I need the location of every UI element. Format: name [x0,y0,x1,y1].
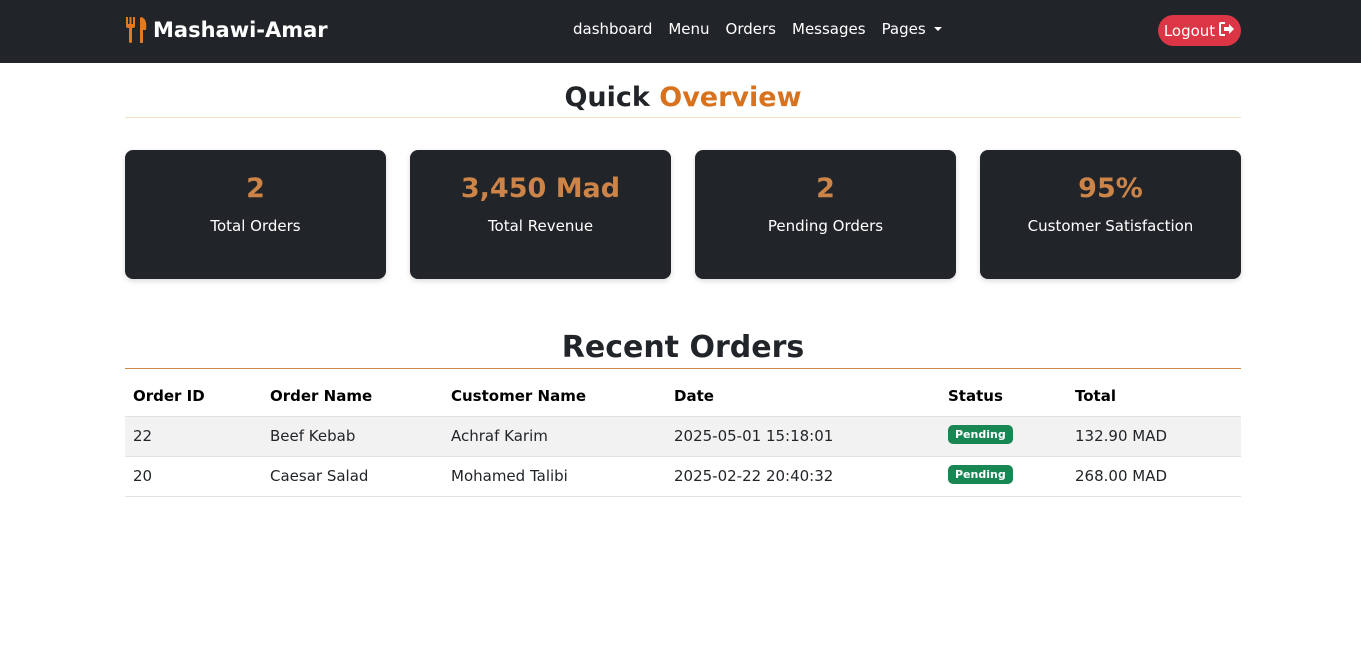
caret-down-icon [933,27,942,31]
column-header-order-id: Order ID [125,377,262,417]
logout-button[interactable]: Logout [1158,15,1241,46]
stat-value: 95% [1078,173,1143,204]
column-header-status: Status [940,377,1067,417]
cell-order-id: 20 [125,456,262,497]
cell-date: 2025-05-01 15:18:01 [666,416,940,457]
cell-date: 2025-02-22 20:40:32 [666,456,940,497]
cell-total: 132.90 MAD [1067,416,1241,457]
table-row: 20 Caesar Salad Mohamed Talibi 2025-02-2… [125,456,1241,497]
stat-value: 2 [246,173,265,204]
cell-order-id: 22 [125,416,262,457]
nav-links: dashboard Menu Orders Messages Pages [565,18,950,40]
nav-link-menu[interactable]: Menu [660,18,717,40]
cell-order-name: Beef Kebab [262,416,443,457]
sign-out-icon [1219,21,1235,40]
cell-customer-name: Achraf Karim [443,416,666,457]
column-header-date: Date [666,377,940,417]
nav-link-orders[interactable]: Orders [718,18,784,40]
table-header-row: Order ID Order Name Customer Name Date S… [125,377,1241,417]
column-header-order-name: Order Name [262,377,443,417]
quick-overview-title-part1: Quick [564,82,650,113]
stat-label: Total Revenue [487,217,594,235]
status-badge: Pending [948,465,1013,484]
cell-total: 268.00 MAD [1067,456,1241,497]
logout-label: Logout [1163,21,1216,40]
cell-order-name: Caesar Salad [262,456,443,497]
stat-card-pending-orders: 2 Pending Orders [695,150,956,279]
brand-name: Mashawi-Amar [153,18,328,42]
recent-orders-title: Recent Orders [561,330,805,365]
overview-divider [125,117,1241,118]
stat-label: Pending Orders [767,217,884,235]
recent-orders-divider [125,368,1241,369]
brand-link[interactable]: Mashawi-Amar [125,14,328,46]
quick-overview-title: Quick Overview [125,82,1241,113]
nav-dropdown-pages[interactable]: Pages [874,18,950,40]
stat-card-total-orders: 2 Total Orders [125,150,386,279]
nav-dropdown-pages-label: Pages [881,20,926,38]
quick-overview-title-part2: Overview [659,82,802,113]
table-row: 22 Beef Kebab Achraf Karim 2025-05-01 15… [125,416,1241,457]
column-header-customer-name: Customer Name [443,377,666,417]
cell-customer-name: Mohamed Talibi [443,456,666,497]
cell-status: Pending [940,416,1067,457]
cell-status: Pending [940,456,1067,497]
navbar: Mashawi-Amar dashboard Menu Orders Messa… [0,0,1361,63]
column-header-total: Total [1067,377,1241,417]
stat-value: 3,450 Mad [460,173,621,204]
nav-link-dashboard[interactable]: dashboard [565,18,660,40]
nav-link-messages[interactable]: Messages [784,18,874,40]
stat-card-customer-satisfaction: 95% Customer Satisfaction [980,150,1241,279]
status-badge: Pending [948,425,1013,444]
stat-value: 2 [816,173,835,204]
stat-label: Customer Satisfaction [1027,217,1194,235]
stat-card-total-revenue: 3,450 Mad Total Revenue [410,150,671,279]
stat-label: Total Orders [210,217,301,235]
utensils-icon [125,16,149,44]
orders-table: Order ID Order Name Customer Name Date S… [125,377,1241,497]
